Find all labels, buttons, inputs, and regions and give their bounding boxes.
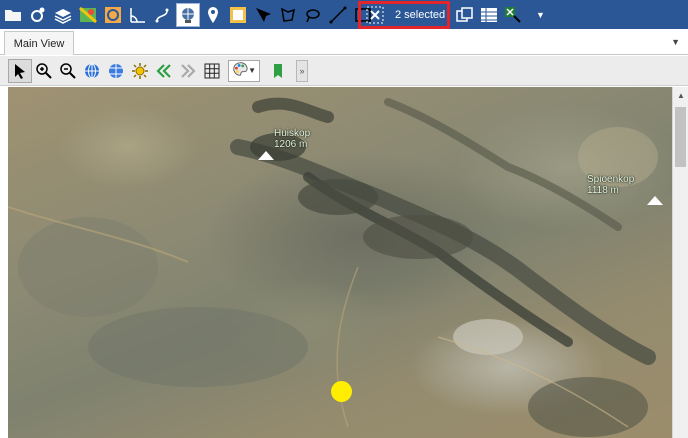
color-scheme-icon [232, 61, 248, 80]
frame-icon[interactable] [226, 3, 250, 27]
path-icon[interactable] [151, 3, 175, 27]
scrollbar-thumb[interactable] [675, 107, 686, 167]
select-line-icon[interactable] [326, 3, 350, 27]
map-toolbar: ▼ » [0, 56, 688, 86]
huiskop-name: Huiskop [274, 128, 311, 139]
huiskop-elevation: 1206 m [274, 139, 308, 150]
tab-list-dropdown-icon[interactable]: ▼ [671, 37, 680, 47]
map-label-spioenkop: Spioenkop 1118 m [587, 174, 634, 196]
location-marker[interactable] [331, 381, 352, 402]
selection-count-label: 2 selected [395, 9, 446, 21]
layers-icon[interactable] [51, 3, 75, 27]
clear-selection-icon[interactable] [363, 3, 387, 27]
scroll-up-icon[interactable]: ▲ [677, 91, 685, 100]
excel-icon[interactable] [501, 3, 525, 27]
selection-status-group: 2 selected [358, 1, 450, 29]
grid-icon[interactable] [200, 59, 224, 83]
map-view[interactable]: Huiskop 1206 m Spioenkop 1118 m [8, 87, 672, 438]
select-polygon-icon[interactable] [276, 3, 300, 27]
back-icon[interactable] [152, 59, 176, 83]
main-toolbar: 2 selected ▼ [0, 0, 688, 29]
map-vertical-scrollbar[interactable]: ▲ [672, 87, 688, 438]
folder-icon[interactable] [1, 3, 25, 27]
circle-frame-icon[interactable] [101, 3, 125, 27]
location-pin-icon[interactable] [201, 3, 225, 27]
globe-grid-icon[interactable] [104, 59, 128, 83]
spioenkop-name: Spioenkop [587, 174, 635, 185]
select-point-icon[interactable] [251, 3, 275, 27]
tab-strip: Main View ▼ [0, 29, 688, 55]
peak-icon [258, 151, 274, 160]
copy-icon[interactable] [453, 3, 477, 27]
settings-pin-icon[interactable] [26, 3, 50, 27]
zoom-in-icon[interactable] [32, 59, 56, 83]
select-lasso-icon[interactable] [301, 3, 325, 27]
globe-icon[interactable] [176, 2, 200, 27]
globe-blue-icon[interactable] [80, 59, 104, 83]
chevron-down-icon: ▼ [248, 66, 256, 75]
color-scheme-dropdown[interactable]: ▼ [228, 59, 260, 82]
sun-settings-icon[interactable] [128, 59, 152, 83]
angle-measure-icon[interactable] [126, 3, 150, 27]
pointer-icon[interactable] [8, 58, 32, 83]
spioenkop-elevation: 1118 m [587, 185, 619, 196]
tab-main-view[interactable]: Main View [4, 31, 74, 55]
bookmark-icon[interactable] [266, 59, 290, 83]
overflow-dropdown-icon[interactable]: ▼ [536, 10, 545, 20]
peak-icon [647, 196, 663, 205]
table-icon[interactable] [477, 3, 501, 27]
map-label-huiskop: Huiskop 1206 m [274, 128, 310, 150]
more-icon[interactable]: » [296, 59, 308, 82]
forward-icon[interactable] [176, 59, 200, 83]
map-icon[interactable] [76, 3, 100, 27]
zoom-out-icon[interactable] [56, 59, 80, 83]
